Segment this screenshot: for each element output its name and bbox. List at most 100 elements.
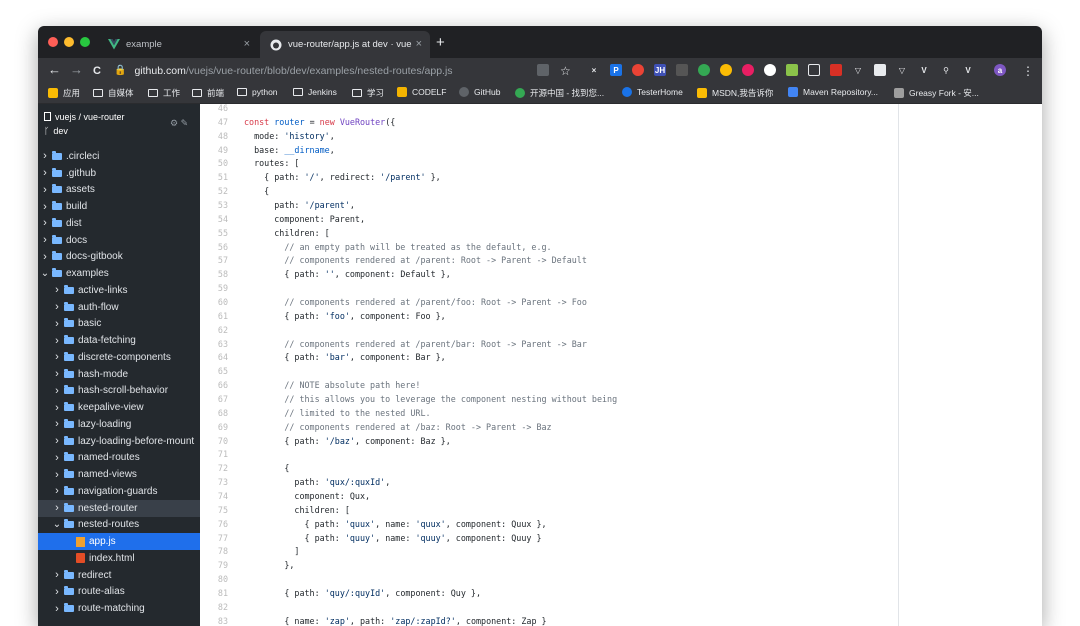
extension-leaf-icon[interactable] <box>786 64 798 76</box>
tree-file[interactable]: index.html <box>38 550 200 567</box>
tree-folder[interactable]: › hash-mode <box>38 366 200 383</box>
bookmark-testerhome[interactable]: TesterHome <box>622 87 683 97</box>
tree-folder[interactable]: › named-views <box>38 466 200 483</box>
bookmark-folder-jenkins[interactable]: Jenkins <box>293 87 337 97</box>
bookmark-folder-media[interactable]: 自媒体 <box>93 87 134 99</box>
tree-folder[interactable]: › active-links <box>38 282 200 299</box>
bookmark-codelf[interactable]: CODELF <box>397 87 446 97</box>
line-number[interactable]: 75 <box>200 505 244 515</box>
line-number[interactable]: 66 <box>200 380 244 390</box>
line-number[interactable]: 53 <box>200 200 244 210</box>
line-number[interactable]: 80 <box>200 574 244 584</box>
line-number[interactable]: 54 <box>200 214 244 224</box>
tree-folder[interactable]: › .circleci <box>38 148 200 165</box>
line-number[interactable]: 50 <box>200 158 244 168</box>
tree-folder[interactable]: › assets <box>38 182 200 199</box>
extension-jh-icon[interactable]: JH <box>654 64 666 76</box>
tree-folder[interactable]: › auth-flow <box>38 299 200 316</box>
bookmark-maven[interactable]: Maven Repository... <box>788 87 878 97</box>
line-number[interactable]: 73 <box>200 477 244 487</box>
tree-folder[interactable]: ⌄ nested-routes <box>38 517 200 534</box>
maximize-window-button[interactable] <box>80 37 90 47</box>
line-number[interactable]: 70 <box>200 436 244 446</box>
branch-selector[interactable]: ᚴ dev <box>44 126 68 136</box>
tree-folder[interactable]: › keepalive-view <box>38 399 200 416</box>
line-number[interactable]: 71 <box>200 449 244 459</box>
address-bar[interactable]: 🔒 github.com /vuejs/vue-router/blob/dev/… <box>114 61 594 80</box>
line-number[interactable]: 49 <box>200 145 244 155</box>
extension-red-icon[interactable] <box>830 64 842 76</box>
tree-folder[interactable]: › dist <box>38 215 200 232</box>
tree-folder[interactable]: › basic <box>38 316 200 333</box>
line-number[interactable]: 48 <box>200 131 244 141</box>
line-number[interactable]: 59 <box>200 283 244 293</box>
extension-x-icon[interactable]: × <box>588 64 600 76</box>
line-number[interactable]: 47 <box>200 117 244 127</box>
tab-close-icon[interactable]: × <box>244 38 250 50</box>
tree-folder[interactable]: › hash-scroll-behavior <box>38 383 200 400</box>
bookmark-star-icon[interactable]: ☆ <box>560 63 571 79</box>
line-number[interactable]: 76 <box>200 519 244 529</box>
extension-search-icon[interactable]: ⚲ <box>940 64 952 76</box>
sidebar-tools[interactable]: ⚙ ✎ <box>170 118 188 129</box>
tree-folder[interactable]: › route-alias <box>38 584 200 601</box>
bookmark-folder-python[interactable]: python <box>237 87 278 97</box>
browser-menu-icon[interactable]: ⋮ <box>1022 63 1034 79</box>
extension-v2-icon[interactable]: V <box>962 64 974 76</box>
tree-folder[interactable]: › route-matching <box>38 600 200 617</box>
line-number[interactable]: 52 <box>200 186 244 196</box>
bookmark-greasyfork[interactable]: Greasy Fork - 安... <box>894 87 979 99</box>
forward-button[interactable]: → <box>70 62 83 78</box>
line-number[interactable]: 68 <box>200 408 244 418</box>
tree-folder[interactable]: › navigation-guards <box>38 483 200 500</box>
line-number[interactable]: 62 <box>200 325 244 335</box>
tree-folder[interactable]: ⌄ examples <box>38 265 200 282</box>
bookmark-folder-work[interactable]: 工作 <box>148 87 180 99</box>
line-number[interactable]: 55 <box>200 228 244 238</box>
line-number[interactable]: 79 <box>200 560 244 570</box>
extension-p-icon[interactable]: P <box>610 64 622 76</box>
tree-folder[interactable]: › docs <box>38 232 200 249</box>
line-number[interactable]: 57 <box>200 255 244 265</box>
extension-shield-icon[interactable]: ▽ <box>896 64 908 76</box>
line-number[interactable]: 72 <box>200 463 244 473</box>
line-number[interactable]: 82 <box>200 602 244 612</box>
repo-link[interactable]: vuejs / vue-router <box>44 112 125 122</box>
close-window-button[interactable] <box>48 37 58 47</box>
tree-folder[interactable]: › lazy-loading <box>38 416 200 433</box>
line-number[interactable]: 56 <box>200 242 244 252</box>
translate-icon[interactable] <box>537 64 549 76</box>
extension-frame-icon[interactable] <box>808 64 820 76</box>
extension-v-icon[interactable]: V <box>918 64 930 76</box>
extension-box-icon[interactable] <box>874 64 886 76</box>
line-number[interactable]: 81 <box>200 588 244 598</box>
tree-folder[interactable]: › nested-router <box>38 499 200 517</box>
tree-folder[interactable]: › named-routes <box>38 450 200 467</box>
line-number[interactable]: 58 <box>200 269 244 279</box>
line-number[interactable]: 67 <box>200 394 244 404</box>
minimize-window-button[interactable] <box>64 37 74 47</box>
extension-vue-devtools-icon[interactable]: ▽ <box>852 64 864 76</box>
back-button[interactable]: ← <box>48 62 61 78</box>
line-number[interactable]: 46 <box>200 104 244 113</box>
line-number[interactable]: 51 <box>200 172 244 182</box>
bookmark-apps[interactable]: 应用 <box>48 87 80 99</box>
line-number[interactable]: 69 <box>200 422 244 432</box>
reload-button[interactable]: C <box>93 63 101 79</box>
line-number[interactable]: 61 <box>200 311 244 321</box>
tree-folder[interactable]: › data-fetching <box>38 332 200 349</box>
tab-app-js[interactable]: vue-router/app.js at dev · vue × <box>260 31 430 58</box>
line-number[interactable]: 74 <box>200 491 244 501</box>
bookmark-oschina[interactable]: 开源中国 - 找到您... <box>515 87 604 99</box>
line-number[interactable]: 60 <box>200 297 244 307</box>
bookmark-folder-study[interactable]: 学习 <box>352 87 384 99</box>
tree-file[interactable]: app.js <box>38 533 200 550</box>
tab-example[interactable]: example × <box>98 31 258 58</box>
bookmark-github[interactable]: GitHub <box>459 87 500 97</box>
tree-folder[interactable]: › redirect <box>38 567 200 584</box>
extension-adblock-icon[interactable] <box>632 64 644 76</box>
line-number[interactable]: 83 <box>200 616 244 626</box>
extension-yellow-icon[interactable] <box>720 64 732 76</box>
line-number[interactable]: 63 <box>200 339 244 349</box>
extension-white-icon[interactable] <box>764 64 776 76</box>
